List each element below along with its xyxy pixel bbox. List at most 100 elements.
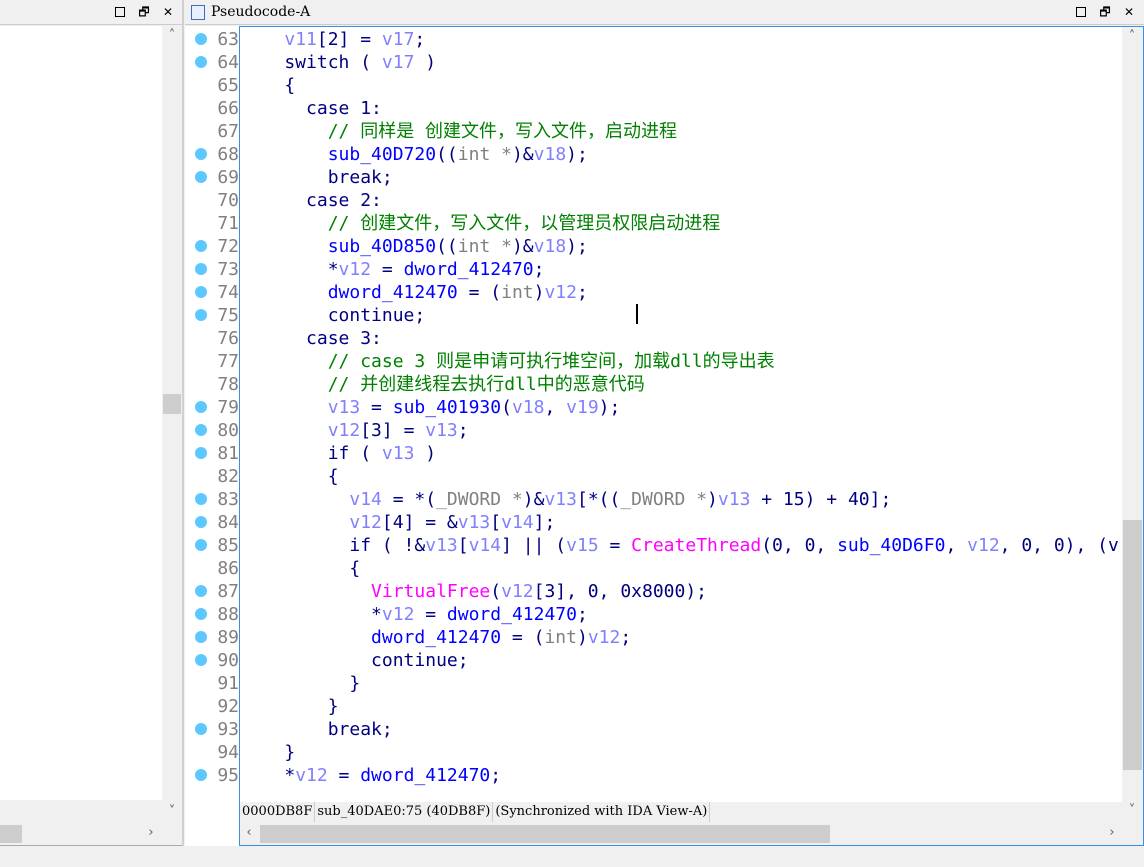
code-text: v14 = *(_DWORD *)&v13[*((_DWORD *)v13 + … [349,489,892,510]
code-text: // 并创建线程去执行dll中的恶意代码 [327,374,645,395]
code-text: { [241,558,361,579]
code-line[interactable]: 93 break; [185,718,1122,741]
line-number: 69 [217,167,239,188]
restore-icon: 🗗 [138,5,150,19]
code-line[interactable]: 66 case 1: [185,97,1122,120]
maximize-button[interactable] [1073,4,1089,20]
code-line[interactable]: 85 if ( !&v13[v14] || (v15 = CreateThrea… [185,534,1122,557]
line-number: 90 [217,650,239,671]
code-line[interactable]: 63 v11[2] = v17; [185,28,1122,51]
close-button[interactable]: ✕ [1121,4,1137,20]
code-text: v12[4] = &v13[v14]; [349,512,556,533]
code-line[interactable]: 77 // case 3 则是申请可执行堆空间，加载dll的导出表 [185,350,1122,373]
code-line[interactable]: 67 // 同样是 创建文件，写入文件，启动进程 [185,120,1122,143]
scroll-up-icon[interactable]: ˄ [163,28,181,43]
code-line[interactable]: 71 // 创建文件，写入文件，以管理员权限启动进程 [185,212,1122,235]
editor-header: Pseudocode-A 🗗 ✕ [185,0,1144,25]
pseudocode-view[interactable]: 63 v11[2] = v17; 64 switch ( v17 ) 65 {66 … [185,28,1122,800]
code-line[interactable]: 64 switch ( v17 ) [185,51,1122,74]
code-line[interactable]: 89 dword_412470 = (int)v12; [185,626,1122,649]
editor-tab-title[interactable]: Pseudocode-A [211,4,310,20]
scroll-up-icon[interactable]: ˄ [1123,29,1141,44]
scroll-thumb[interactable] [0,825,22,843]
code-line[interactable]: 86 { [185,557,1122,580]
status-address: 0000DB8F [240,802,316,822]
line-number: 82 [217,466,239,487]
close-button[interactable]: ✕ [160,4,176,20]
code-line[interactable]: 78 // 并创建线程去执行dll中的恶意代码 [185,373,1122,396]
code-line[interactable]: 72 sub_40D850((int *)&v18); [185,235,1122,258]
code-line[interactable]: 90 continue; [185,649,1122,672]
code-text: dword_412470 = (int)v12; [327,282,588,303]
line-number: 75 [217,305,239,326]
line-number: 79 [217,397,239,418]
scroll-down-icon[interactable]: ˅ [163,804,181,819]
line-number: 95 [217,765,239,786]
scroll-right-icon[interactable]: › [1103,825,1121,840]
code-text: if ( !&v13[v14] || (v15 = CreateThread(0… [241,535,1119,556]
code-text: *v12 = dword_412470; [241,765,502,786]
line-number: 86 [217,558,239,579]
left-vertical-scrollbar[interactable]: ˄ ˅ [162,26,182,822]
code-line[interactable]: 95 *v12 = dword_412470; [185,764,1122,787]
code-line[interactable]: 84 v12[4] = &v13[v14]; [185,511,1122,534]
code-line[interactable]: 70 case 2: [185,189,1122,212]
line-number: 72 [217,236,239,257]
code-line[interactable]: 81 if ( v13 ) [185,442,1122,465]
code-line[interactable]: 94 } [185,741,1122,764]
code-text: *v12 = dword_412470; [241,259,545,280]
code-line[interactable]: 75 continue; [185,304,1122,327]
code-line[interactable]: 91 } [185,672,1122,695]
restore-button[interactable]: 🗗 [136,4,152,20]
line-number: 78 [217,374,239,395]
scroll-thumb[interactable] [1123,520,1142,770]
editor-horizontal-scrollbar[interactable]: ‹ › [240,822,1143,845]
code-line[interactable]: 65 { [185,74,1122,97]
code-line[interactable]: 74 dword_412470 = (int)v12; [185,281,1122,304]
code-text: } [241,696,339,717]
code-line[interactable]: 82 { [185,465,1122,488]
code-line[interactable]: 88 *v12 = dword_412470; [185,603,1122,626]
line-number: 94 [217,742,239,763]
code-line[interactable]: 76 case 3: [185,327,1122,350]
line-number: 87 [217,581,239,602]
scroll-down-icon[interactable]: ˅ [1123,803,1141,818]
line-number: 63 [217,29,239,50]
line-number: 67 [217,121,239,142]
line-number: 92 [217,696,239,717]
code-text: *v12 = dword_412470; [241,604,588,625]
code-line[interactable]: 83 v14 = *(_DWORD *)&v13[*((_DWORD *)v13… [185,488,1122,511]
code-text: case 3: [241,328,382,349]
splitter[interactable] [182,0,184,846]
line-number: 91 [217,673,239,694]
scroll-thumb[interactable] [163,394,181,414]
line-number: 84 [217,512,239,533]
left-panel-header: 🗗 ✕ [0,0,182,25]
line-number: 74 [217,282,239,303]
code-text: } [241,742,296,763]
restore-icon: 🗗 [1099,5,1111,19]
code-line[interactable]: 79 v13 = sub_401930(v18, v19); [185,396,1122,419]
scroll-left-icon[interactable]: ‹ [240,825,258,840]
code-line[interactable]: 92 } [185,695,1122,718]
code-line[interactable]: 80 v12[3] = v13; [185,419,1122,442]
code-line[interactable]: 73 *v12 = dword_412470; [185,258,1122,281]
code-text: continue; [241,650,469,671]
restore-button[interactable]: 🗗 [1097,4,1113,20]
code-line[interactable]: 68 sub_40D720((int *)&v18); [185,143,1122,166]
code-text: v12[3] = v13; [327,420,469,441]
scroll-right-icon[interactable]: › [142,825,160,840]
scroll-thumb[interactable] [260,825,830,843]
text-cursor [636,304,638,324]
code-line[interactable]: 87 VirtualFree(v12[3], 0, 0x8000); [185,580,1122,603]
code-line[interactable]: 69 break; [185,166,1122,189]
line-number: 83 [217,489,239,510]
maximize-button[interactable] [112,4,128,20]
editor-vertical-scrollbar[interactable]: ˄ ˅ [1122,27,1143,822]
code-text: case 1: [241,98,382,119]
code-text: continue; [241,305,426,326]
line-number: 73 [217,259,239,280]
close-icon: ✕ [1123,5,1135,19]
left-horizontal-scrollbar[interactable]: › [0,822,182,846]
line-number: 70 [217,190,239,211]
